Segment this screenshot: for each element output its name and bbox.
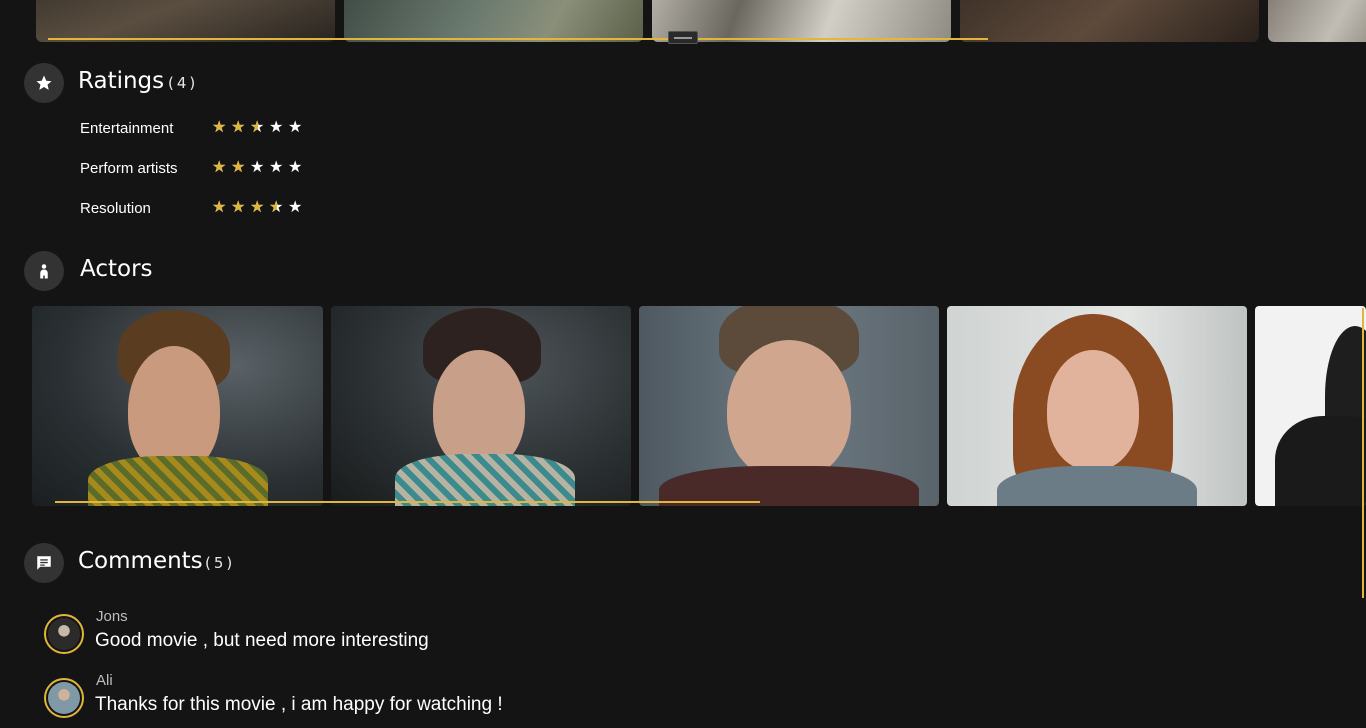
- star-icon[interactable]: ★ ★: [212, 160, 228, 176]
- scenes-scroll-handle[interactable]: [668, 31, 698, 44]
- scene-thumbnail[interactable]: [1268, 0, 1366, 42]
- star-icon[interactable]: ★ ★: [231, 200, 247, 216]
- star-icon[interactable]: ★: [288, 160, 304, 176]
- actors-scrollbar[interactable]: [55, 501, 760, 503]
- actors-title: Actors: [80, 256, 153, 282]
- actors-carousel[interactable]: [32, 306, 1366, 506]
- actor-card[interactable]: [639, 306, 939, 506]
- scene-thumbnail[interactable]: [960, 0, 1259, 42]
- vertical-scrollbar[interactable]: [1362, 308, 1364, 598]
- comment-icon: [24, 543, 64, 583]
- actor-card[interactable]: [331, 306, 631, 506]
- rating-label: Perform artists: [80, 159, 178, 177]
- rating-stars[interactable]: ★ ★ ★ ★ ★ ★ ★ ★: [212, 120, 304, 136]
- rating-label: Resolution: [80, 199, 151, 217]
- star-icon[interactable]: ★ ★: [250, 120, 266, 136]
- rating-row: Entertainment ★ ★ ★ ★ ★ ★ ★ ★: [80, 118, 304, 138]
- star-icon[interactable]: ★: [269, 160, 285, 176]
- star-icon[interactable]: ★ ★: [212, 200, 228, 216]
- actor-card[interactable]: [947, 306, 1247, 506]
- star-icon: [24, 63, 64, 103]
- scenes-scrollbar[interactable]: [48, 38, 988, 40]
- movie-details-page: Ratings (4) Entertainment ★ ★ ★ ★ ★ ★ ★ ★ Perform…: [0, 0, 1366, 728]
- star-icon[interactable]: ★ ★: [212, 120, 228, 136]
- scenes-carousel[interactable]: [36, 0, 1366, 42]
- comment-author: Jons: [96, 608, 128, 625]
- scene-thumbnail[interactable]: [36, 0, 335, 42]
- ratings-title: Ratings: [78, 68, 165, 94]
- star-icon[interactable]: ★: [250, 160, 266, 176]
- rating-stars[interactable]: ★ ★ ★ ★ ★ ★ ★ ★ ★: [212, 200, 304, 216]
- avatar[interactable]: [44, 614, 84, 654]
- comments-count: (5): [205, 554, 236, 572]
- comment-author: Ali: [96, 672, 113, 689]
- actor-card[interactable]: [32, 306, 323, 506]
- ratings-count: (4): [168, 74, 199, 92]
- star-icon[interactable]: ★: [288, 120, 304, 136]
- rating-row: Resolution ★ ★ ★ ★ ★ ★ ★ ★ ★: [80, 198, 304, 218]
- comment-text: Thanks for this movie , i am happy for w…: [95, 694, 503, 715]
- comments-title: Comments: [78, 548, 203, 574]
- rating-label: Entertainment: [80, 119, 174, 137]
- avatar[interactable]: [44, 678, 84, 718]
- comment-text: Good movie , but need more interesting: [95, 630, 429, 651]
- star-icon[interactable]: ★ ★: [231, 120, 247, 136]
- scene-thumbnail[interactable]: [344, 0, 643, 42]
- person-icon: [24, 251, 64, 291]
- rating-stars[interactable]: ★ ★ ★ ★ ★ ★ ★: [212, 160, 304, 176]
- star-icon[interactable]: ★ ★: [250, 200, 266, 216]
- star-icon[interactable]: ★: [269, 120, 285, 136]
- star-icon[interactable]: ★ ★: [231, 160, 247, 176]
- star-icon[interactable]: ★ ★: [269, 200, 285, 216]
- star-icon[interactable]: ★: [288, 200, 304, 216]
- rating-row: Perform artists ★ ★ ★ ★ ★ ★ ★: [80, 158, 304, 178]
- actor-card[interactable]: [1255, 306, 1366, 506]
